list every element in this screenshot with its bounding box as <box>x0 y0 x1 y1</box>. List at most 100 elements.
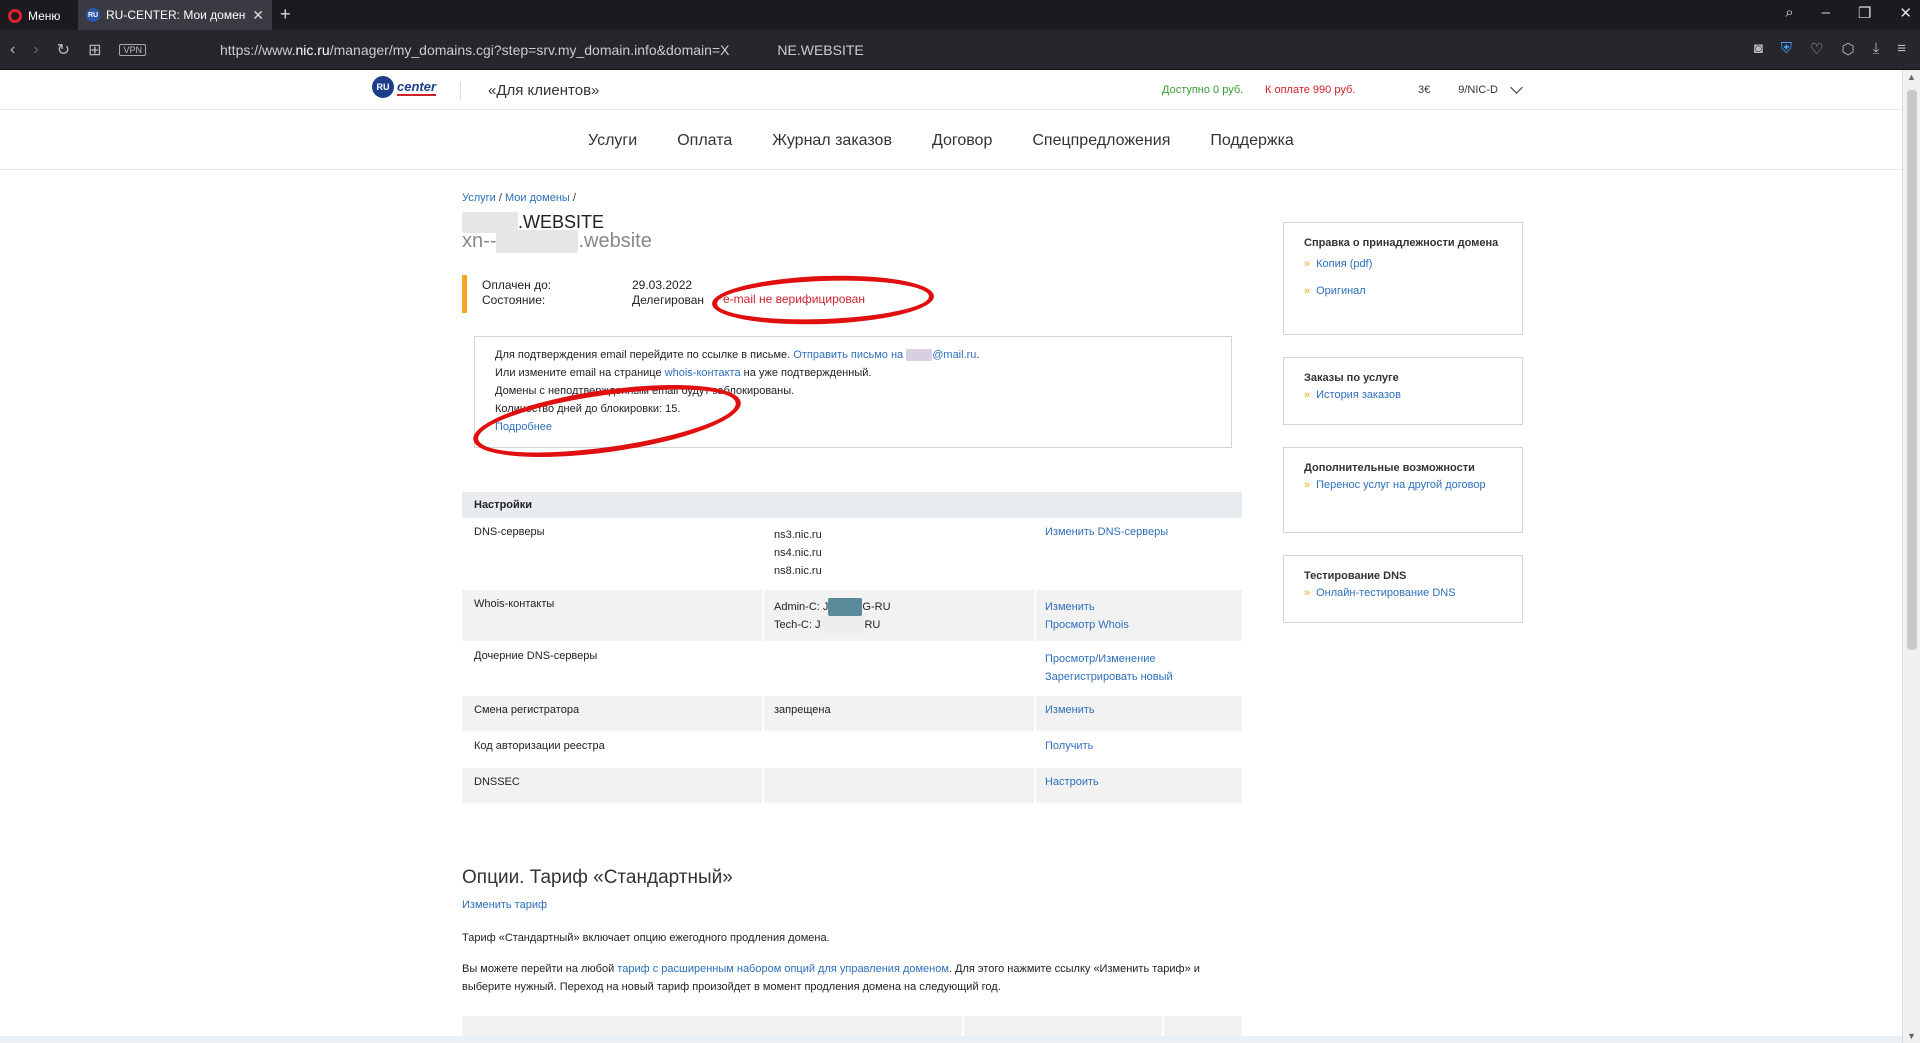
nav-contract[interactable]: Договор <box>932 132 992 150</box>
url-host: nic.ru <box>295 42 330 58</box>
double-chevron-icon: » <box>1304 258 1311 270</box>
scroll-down-arrow-icon[interactable]: ▼ <box>1907 1031 1916 1041</box>
header-divider <box>460 82 461 100</box>
tariff-switch-text: Вы можете перейти на любой тариф с расши… <box>462 963 1200 993</box>
logo-ru-circle: RU <box>372 76 394 98</box>
window-controls: ⌕ – ❐ ✕ <box>1785 4 1912 22</box>
change-registrar-link[interactable]: Изменить <box>1045 704 1095 716</box>
notice-text-2b: на уже подтвержденный. <box>743 367 872 379</box>
breadcrumb-my-domains[interactable]: Мои домены <box>505 192 570 204</box>
breadcrumb-sep: / <box>572 192 576 204</box>
scroll-thumb[interactable] <box>1907 90 1917 650</box>
sidebar-link-dns-test[interactable]: » Онлайн-тестирование DNS <box>1304 585 1502 602</box>
settings-row-registrar: Смена регистратора запрещена Изменить <box>462 696 1242 732</box>
configure-dnssec-link[interactable]: Настроить <box>1045 776 1099 788</box>
row-label: Whois-контакты <box>474 598 555 610</box>
account-menu[interactable]: 3€ 9/NIC-D <box>1418 81 1523 96</box>
sidebar-link-original[interactable]: » Оригинал <box>1304 283 1502 300</box>
page-scrollbar[interactable]: ▲ ▼ <box>1902 70 1920 1043</box>
forward-arrow-icon[interactable]: › <box>33 41 38 59</box>
browser-address-bar: ‹ › ↻ ⊞ VPN https://www.nic.ru/manager/m… <box>0 30 1920 70</box>
address-bar-actions: ◙ ⛨ ♡ ⬡ ⤓ ≡ <box>1754 40 1906 58</box>
view-whois-link[interactable]: Просмотр Whois <box>1045 616 1129 634</box>
get-auth-code-link[interactable]: Получить <box>1045 740 1093 752</box>
change-tariff-link[interactable]: Изменить тариф <box>462 899 547 911</box>
nav-services[interactable]: Услуги <box>588 132 637 150</box>
nav-payment[interactable]: Оплата <box>677 132 732 150</box>
nav-special-offers[interactable]: Спецпредложения <box>1032 132 1170 150</box>
whois-contact-link[interactable]: whois-контакта <box>665 367 741 379</box>
amount-to-pay[interactable]: К оплате 990 руб. <box>1265 84 1355 96</box>
search-icon[interactable]: ⌕ <box>1785 4 1793 22</box>
chevron-down-icon <box>1510 81 1523 94</box>
breadcrumb-services[interactable]: Услуги <box>462 192 496 204</box>
browser-tab-bar: Меню RU RU-CENTER: Мои доменн ✕ + ⌕ – ❐ … <box>0 0 1920 30</box>
sidebar-link-copy-pdf[interactable]: » Копия (pdf) <box>1304 256 1502 273</box>
row-value: Admin-C: JxG-RU Tech-C: JxRU <box>774 598 891 634</box>
ru-center-logo[interactable]: RU center <box>372 76 437 98</box>
close-window-icon[interactable]: ✕ <box>1899 4 1912 22</box>
row-actions: Просмотр/Изменение Зарегистрировать новы… <box>1045 650 1173 686</box>
logo-center-text: center <box>397 78 437 96</box>
back-arrow-icon[interactable]: ‹ <box>10 41 15 59</box>
bottom-divider <box>0 1036 1902 1043</box>
sidebar-link-order-history[interactable]: » История заказов <box>1304 387 1502 404</box>
cube-icon[interactable]: ⬡ <box>1841 40 1854 58</box>
sidebar-dns-test-box: Тестирование DNS » Онлайн-тестирование DN… <box>1283 555 1523 623</box>
for-clients-label: «Для клиентов» <box>488 82 600 99</box>
register-new-child-dns-link[interactable]: Зарегистрировать новый <box>1045 668 1173 686</box>
scroll-up-arrow-icon[interactable]: ▲ <box>1907 72 1916 82</box>
tab-title: RU-CENTER: Мои доменн <box>106 8 247 22</box>
settings-table: Настройки DNS-серверы ns3.nic.ru ns4.nic… <box>462 492 1242 804</box>
vpn-badge[interactable]: VPN <box>119 44 146 56</box>
balance-available[interactable]: Доступно 0 руб. <box>1162 84 1243 96</box>
heart-icon[interactable]: ♡ <box>1810 40 1823 58</box>
reload-icon[interactable]: ↻ <box>57 40 70 60</box>
minimize-icon[interactable]: – <box>1822 4 1830 22</box>
site-header: RU center «Для клиентов» Доступно 0 руб.… <box>0 70 1902 110</box>
row-value: запрещена <box>774 704 831 716</box>
double-chevron-icon: » <box>1304 285 1311 297</box>
restore-icon[interactable]: ❐ <box>1858 4 1871 22</box>
nav-support[interactable]: Поддержка <box>1210 132 1293 150</box>
camera-icon[interactable]: ◙ <box>1754 40 1763 58</box>
account-id-suffix: 9/NIC-D <box>1458 84 1498 96</box>
navigation-controls: ‹ › ↻ ⊞ VPN <box>10 40 146 60</box>
state-label: Состояние: <box>482 293 546 307</box>
extended-tariff-link[interactable]: тариф с расширенным набором опций для уп… <box>617 963 949 975</box>
double-chevron-icon: » <box>1304 389 1311 401</box>
row-label: Код авторизации реестра <box>474 740 605 752</box>
close-tab-icon[interactable]: ✕ <box>252 7 264 24</box>
shield-icon[interactable]: ⛨ <box>1781 40 1792 58</box>
settings-row-dnssec: DNSSEC Настроить <box>462 768 1242 804</box>
browser-menu-button[interactable]: Меню <box>8 7 60 25</box>
row-actions: Настроить <box>1045 776 1099 788</box>
domain-suffix: .WEBSITE <box>518 212 605 232</box>
speed-dial-grid-icon[interactable]: ⊞ <box>88 40 101 60</box>
change-whois-link[interactable]: Изменить <box>1045 598 1129 616</box>
new-tab-plus-icon[interactable]: + <box>280 4 291 25</box>
easy-setup-icon[interactable]: ≡ <box>1897 40 1906 58</box>
account-id-prefix: 3€ <box>1418 84 1431 96</box>
puny-prefix: xn-- <box>462 230 497 252</box>
send-email-link[interactable]: Отправить письмо на x@mail.ru <box>793 349 976 361</box>
view-edit-child-dns-link[interactable]: Просмотр/Изменение <box>1045 650 1173 668</box>
notice-text-2: Или измените email на странице <box>495 367 662 379</box>
url-suffix: NE.WEBSITE <box>777 42 864 58</box>
url-path: /manager/my_domains.cgi?step=srv.my_doma… <box>329 42 730 58</box>
url-field[interactable]: https://www.nic.ru/manager/my_domains.cg… <box>220 42 864 58</box>
puny-redacted: x <box>496 230 579 253</box>
row-label: DNSSEC <box>474 776 520 788</box>
sidebar-link-transfer[interactable]: » Перенос услуг на другой договор <box>1304 477 1502 494</box>
download-icon[interactable]: ⤓ <box>1873 40 1880 58</box>
change-dns-link[interactable]: Изменить DNS-серверы <box>1045 526 1168 538</box>
row-actions: Изменить Просмотр Whois <box>1045 598 1129 634</box>
sidebar-extra-box: Дополнительные возможности » Перенос услу… <box>1283 447 1523 533</box>
row-actions: Изменить DNS-серверы <box>1045 526 1168 538</box>
notice-line-1: Для подтверждения email перейдите по ссы… <box>495 349 980 361</box>
ru-center-favicon-icon: RU <box>86 8 100 22</box>
nav-orders-log[interactable]: Журнал заказов <box>772 132 892 150</box>
settings-row-whois: Whois-контакты Admin-C: JxG-RU Tech-C: J… <box>462 590 1242 642</box>
sidebar-box-title: Тестирование DNS <box>1304 570 1407 582</box>
browser-tab-active[interactable]: RU RU-CENTER: Мои доменн ✕ <box>78 0 272 30</box>
